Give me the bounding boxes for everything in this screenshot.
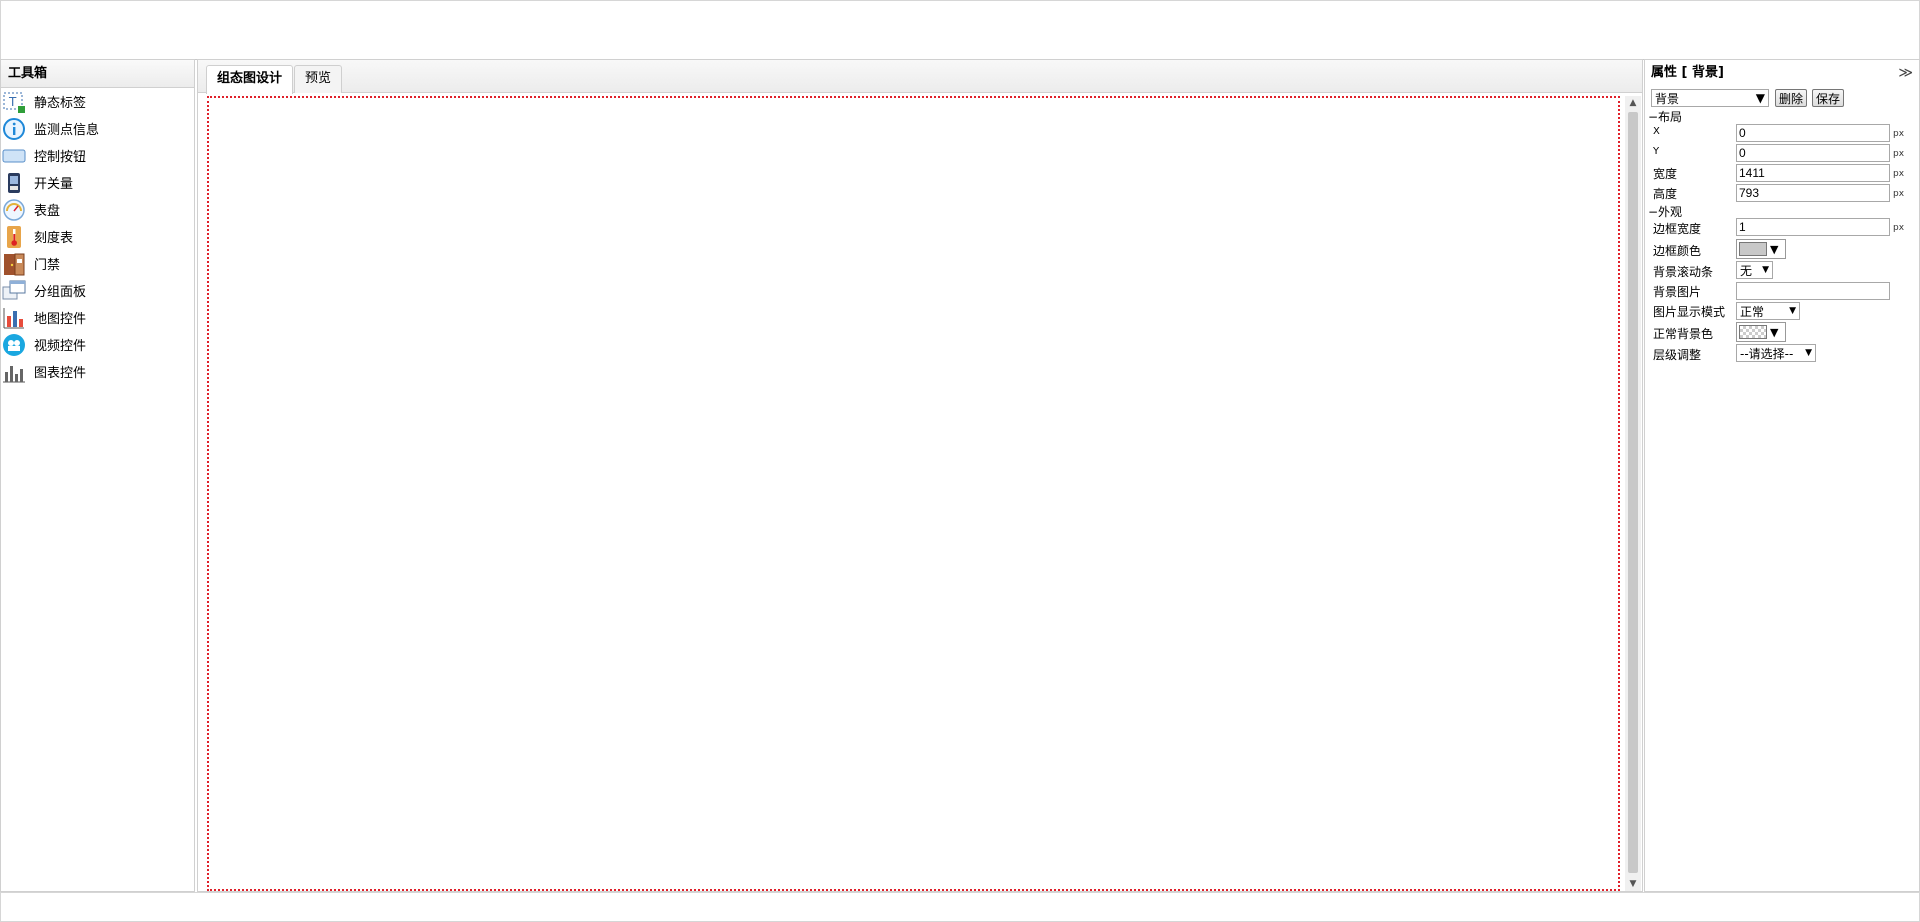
scrollbar-select-value: 无 [1740,263,1753,278]
properties-panel: 属性 [ 背景] ≫ 背景 ▼ 删除 保存 −布局 X px Y px 宽度 p… [1644,59,1920,892]
element-select-row: 背景 ▼ 删除 保存 [1651,88,1845,108]
normal-bg-label: 正常背景色 [1653,327,1714,341]
border-width-unit: px [1893,223,1905,233]
delete-button[interactable]: 删除 [1775,89,1808,107]
height-unit: px [1893,189,1905,199]
canvas-container: ▲ ▼ [206,93,1641,891]
save-button[interactable]: 保存 [1812,89,1845,107]
collapse-icon[interactable]: ≫ [1898,60,1913,86]
tool-label: 门禁 [34,258,61,273]
switch-icon [1,170,27,196]
video-icon [1,332,27,358]
scrollbar-label: 背景滚动条 [1653,265,1714,279]
layout-section-header[interactable]: −布局 [1648,108,1682,125]
tool-static-label[interactable]: T 静态标签 [1,88,194,115]
chevron-down-icon: ▼ [1770,242,1779,256]
tool-label: 控制按钮 [34,150,87,165]
bg-image-label: 背景图片 [1653,285,1702,299]
width-input[interactable] [1736,164,1890,182]
tab-design[interactable]: 组态图设计 [206,65,294,94]
map-icon [1,305,27,331]
chevron-down-icon: ▼ [1755,91,1765,105]
tool-label: 视频控件 [34,339,87,354]
border-width-input[interactable] [1736,218,1890,236]
tool-label: 开关量 [34,177,74,192]
width-unit: px [1893,169,1905,179]
element-select-value: 背景 [1655,91,1680,106]
design-area: 组态图设计 预览 ▲ ▼ [197,59,1643,892]
display-mode-value: 正常 [1740,304,1765,319]
chevron-down-icon: ▼ [1770,325,1779,339]
tool-dial[interactable]: 表盘 [1,196,194,223]
x-input[interactable] [1736,124,1890,142]
tool-monitor-point[interactable]: 监测点信息 [1,115,194,142]
tool-label: 图表控件 [34,366,87,381]
tab-preview[interactable]: 预览 [294,65,343,93]
scroll-down-icon[interactable]: ▼ [1625,877,1641,891]
width-label: 宽度 [1653,167,1678,181]
bg-image-input[interactable] [1736,282,1890,300]
scrollbar-thumb[interactable] [1628,112,1638,873]
vertical-scrollbar[interactable]: ▲ ▼ [1625,96,1641,891]
border-color-picker[interactable]: ▼ [1736,239,1786,259]
tool-switch[interactable]: 开关量 [1,169,194,196]
tool-group-panel[interactable]: 分组面板 [1,277,194,304]
tab-bar: 组态图设计 预览 [198,60,1642,94]
layer-label: 层级调整 [1653,348,1702,362]
border-width-label: 边框宽度 [1653,222,1702,236]
door-icon [1,251,27,277]
tool-gauge[interactable]: 刻度表 [1,223,194,250]
y-label: Y [1653,146,1660,157]
height-input[interactable] [1736,184,1890,202]
border-color-label: 边框颜色 [1653,244,1702,258]
layer-select-value: --请选择-- [1740,346,1794,361]
tool-label: 分组面板 [34,285,87,300]
chevron-down-icon: ▼ [1762,265,1769,275]
control-button-icon [1,143,27,169]
info-icon [1,116,27,142]
normal-bg-color-picker[interactable]: ▼ [1736,322,1786,342]
tool-video[interactable]: 视频控件 [1,331,194,358]
properties-title: 属性 [ 背景] ≫ [1645,60,1919,86]
scrollbar-select[interactable]: 无 ▼ [1736,261,1773,279]
design-canvas[interactable] [207,96,1620,891]
tool-label: 地图控件 [34,312,87,327]
height-label: 高度 [1653,187,1678,201]
display-mode-select[interactable]: 正常 ▼ [1736,302,1800,320]
y-unit: px [1893,149,1905,159]
chevron-down-icon: ▼ [1805,348,1812,358]
tool-label: 监测点信息 [34,123,100,138]
thermometer-icon [1,224,27,250]
toolbox-list: T 静态标签 监测点信息 控制按钮 开关量 表盘 刻度表 门禁 分组面板 地图控… [1,88,194,385]
tool-control-button[interactable]: 控制按钮 [1,142,194,169]
panel-icon [1,278,27,304]
display-mode-label: 图片显示模式 [1653,305,1726,319]
tool-label: 表盘 [34,204,61,219]
scroll-up-icon[interactable]: ▲ [1625,96,1641,110]
border-color-swatch [1739,242,1767,256]
x-label: X [1653,126,1660,137]
tool-chart[interactable]: 图表控件 [1,358,194,385]
static-label-icon: T [1,89,27,115]
tool-label: 静态标签 [34,96,87,111]
svg-text:T: T [8,95,17,109]
y-input[interactable] [1736,144,1890,162]
chart-icon [1,359,27,385]
toolbox-panel: 工具箱 T 静态标签 监测点信息 控制按钮 开关量 表盘 刻度表 门禁 分组面板… [0,59,195,892]
top-header-bar [0,0,1920,60]
transparent-swatch-icon [1739,325,1767,339]
chevron-down-icon: ▼ [1789,306,1796,316]
appearance-section-header[interactable]: −外观 [1648,203,1682,220]
dial-icon [1,197,27,223]
layer-select[interactable]: --请选择-- ▼ [1736,344,1816,362]
properties-title-text: 属性 [ 背景] [1651,65,1724,80]
x-unit: px [1893,129,1905,139]
element-select[interactable]: 背景 ▼ [1651,89,1769,107]
tool-map[interactable]: 地图控件 [1,304,194,331]
tool-label: 刻度表 [34,231,74,246]
toolbox-title: 工具箱 [1,60,194,88]
tool-door-access[interactable]: 门禁 [1,250,194,277]
bottom-status-bar [0,892,1920,922]
